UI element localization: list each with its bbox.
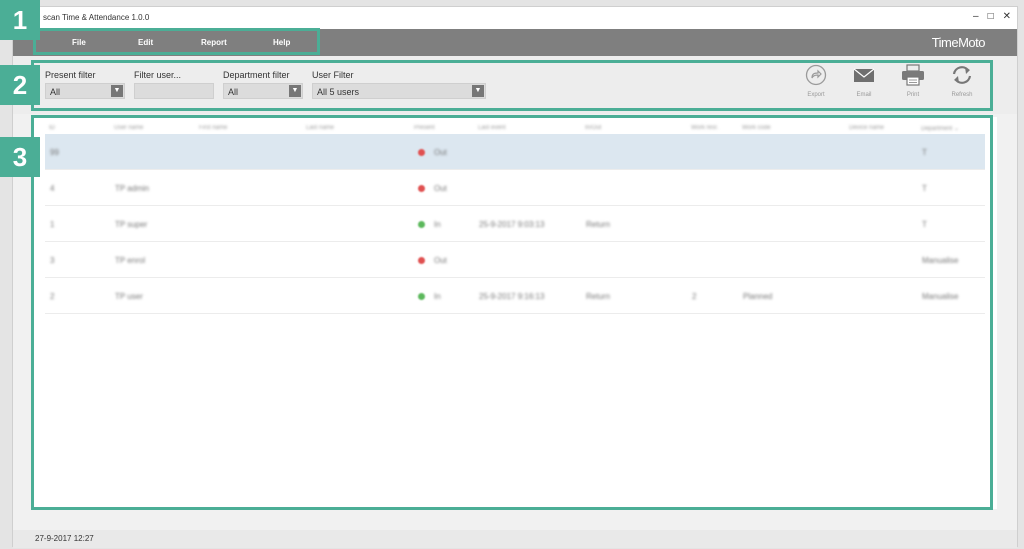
callout-badge-3: 3 [0,137,40,177]
title-bar: scan Time & Attendance 1.0.0 – □ ✕ [13,7,1017,29]
callout-badge-1: 1 [0,0,40,40]
window-controls: – □ ✕ [973,10,1011,24]
callout-frame-filters [31,60,993,111]
minimize-button[interactable]: – [973,10,979,24]
close-button[interactable]: ✕ [1003,10,1011,24]
brand-logo: TimeMoto [931,35,986,50]
callout-frame-menu [33,28,320,55]
status-datetime: 27-9-2017 12:27 [35,534,94,543]
callout-badge-2: 2 [0,65,40,105]
window-title: scan Time & Attendance 1.0.0 [43,13,150,22]
maximize-button[interactable]: □ [988,10,994,24]
status-bar: 27-9-2017 12:27 [13,530,1017,548]
callout-frame-table [31,115,993,510]
